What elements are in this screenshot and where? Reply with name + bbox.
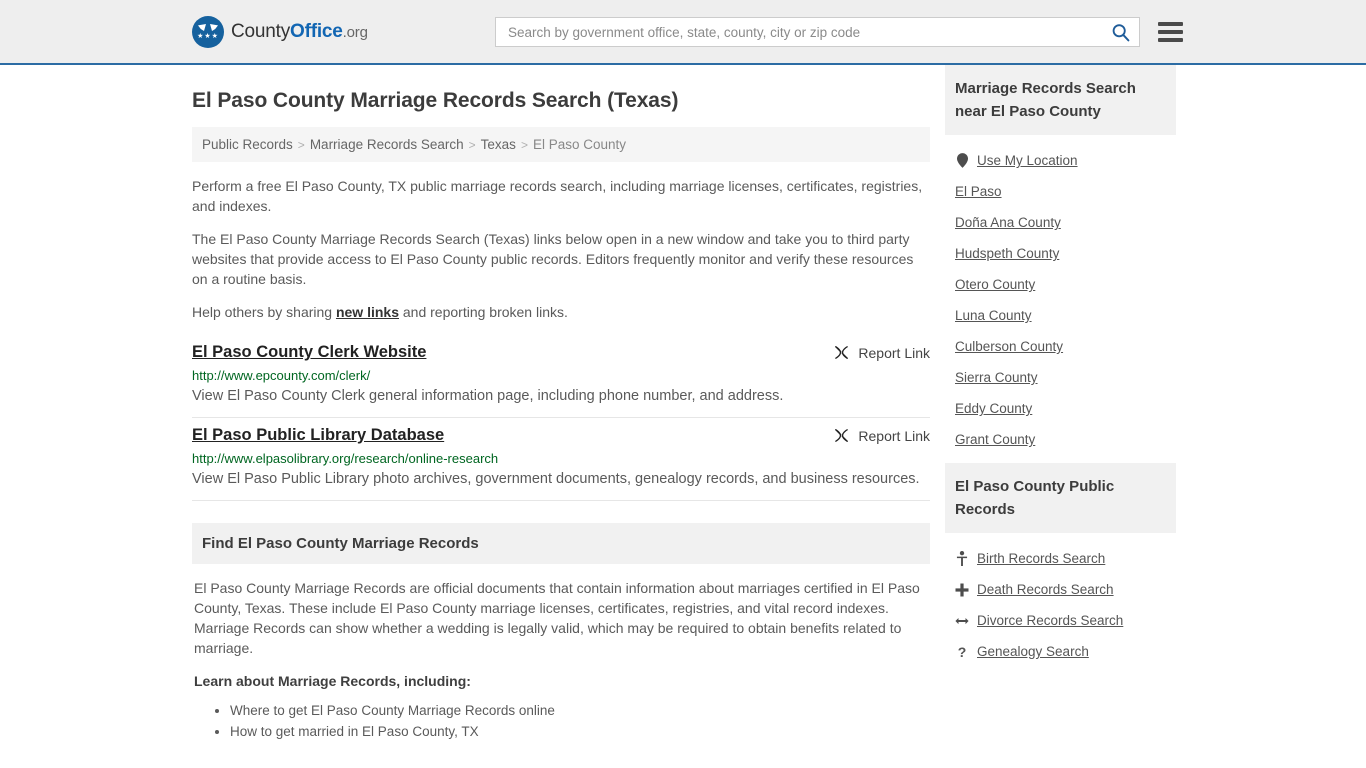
hamburger-bar [1158, 22, 1183, 26]
breadcrumb-item-public-records[interactable]: Public Records [202, 137, 293, 152]
sidebar-item-genealogy-search[interactable]: ? Genealogy Search [955, 636, 1166, 667]
sidebar-item-label[interactable]: Use My Location [977, 153, 1078, 168]
logo-text-part2: Office [290, 20, 343, 42]
report-link-label: Report Link [858, 344, 930, 361]
breadcrumb-separator: > [468, 137, 476, 152]
list-item: Where to get El Paso County Marriage Rec… [230, 700, 928, 721]
breadcrumb-item-el-paso-county: El Paso County [532, 137, 627, 152]
sidebar-item-sierra-county[interactable]: Sierra County [955, 362, 1166, 393]
sidebar-item-use-my-location[interactable]: Use My Location [955, 145, 1166, 176]
sidebar-panel-nearby: Marriage Records Search near El Paso Cou… [945, 65, 1176, 455]
sidebar-item-culberson-county[interactable]: Culberson County [955, 331, 1166, 362]
header-search-area [495, 17, 1183, 47]
search-input[interactable] [506, 23, 1108, 41]
search-box[interactable] [495, 17, 1140, 47]
question-mark-icon: ? [957, 643, 967, 660]
breadcrumb-item-texas[interactable]: Texas [481, 137, 516, 152]
sidebar-item-eddy-county[interactable]: Eddy County [955, 393, 1166, 424]
new-links-link[interactable]: new links [336, 304, 399, 320]
share-text-before: Help others by sharing [192, 304, 336, 320]
sidebar-item-hudspeth-county[interactable]: Hudspeth County [955, 238, 1166, 269]
report-link-label: Report Link [858, 427, 930, 444]
main-content: El Paso County Marriage Records Search (… [192, 65, 930, 742]
find-section-heading: Find El Paso County Marriage Records [192, 523, 930, 564]
hamburger-bar [1158, 38, 1183, 42]
sidebar-item-label[interactable]: Otero County [955, 277, 1035, 292]
site-header: ★★★ CountyOffice.org [0, 0, 1366, 65]
sidebar-item-label[interactable]: Death Records Search [977, 582, 1114, 597]
find-section-lead: Learn about Marriage Records, including: [194, 673, 471, 689]
list-item: How to get married in El Paso County, TX [230, 721, 928, 742]
broken-link-icon [835, 346, 849, 359]
sidebar-item-label[interactable]: Divorce Records Search [977, 613, 1123, 628]
search-button[interactable] [1108, 22, 1133, 43]
sidebar: Marriage Records Search near El Paso Cou… [945, 65, 1176, 742]
sidebar-item-label[interactable]: Grant County [955, 432, 1035, 447]
sidebar-item-dona-ana-county[interactable]: Doña Ana County [955, 207, 1166, 238]
report-link-button[interactable]: Report Link [833, 344, 930, 361]
broken-link-icon [835, 429, 849, 442]
logo-text-part1: County [231, 20, 291, 42]
share-text-after: and reporting broken links. [399, 304, 568, 320]
sidebar-item-label[interactable]: Hudspeth County [955, 246, 1059, 261]
logo-stars: ★★★ [197, 33, 219, 40]
result-item: El Paso County Clerk Website Report Link… [192, 335, 930, 418]
sidebar-item-label[interactable]: Luna County [955, 308, 1032, 323]
sidebar-panel-list: Use My Location El Paso Doña Ana County … [945, 135, 1176, 455]
cross-icon [955, 583, 969, 597]
intro-paragraph-1: Perform a free El Paso County, TX public… [192, 178, 923, 214]
page-title: El Paso County Marriage Records Search (… [192, 89, 679, 112]
hamburger-menu-icon[interactable] [1158, 22, 1183, 42]
sidebar-item-birth-records-search[interactable]: Birth Records Search [955, 543, 1166, 574]
sidebar-item-death-records-search[interactable]: Death Records Search [955, 574, 1166, 605]
report-link-button[interactable]: Report Link [833, 427, 930, 444]
result-description: View El Paso Public Library photo archiv… [192, 471, 920, 487]
map-pin-icon [955, 153, 969, 168]
sidebar-panel-heading: El Paso County Public Records [945, 463, 1176, 533]
sidebar-item-label[interactable]: Eddy County [955, 401, 1032, 416]
intro-paragraph-2: The El Paso County Marriage Records Sear… [192, 231, 914, 287]
breadcrumb-item-marriage-records-search[interactable]: Marriage Records Search [310, 137, 464, 152]
sidebar-panel-public-records: El Paso County Public Records Birth Reco… [945, 463, 1176, 667]
result-title-link[interactable]: El Paso County Clerk Website [192, 343, 426, 362]
sidebar-item-label[interactable]: Birth Records Search [977, 551, 1105, 566]
sidebar-item-label[interactable]: Sierra County [955, 370, 1038, 385]
page-body: El Paso County Marriage Records Search (… [0, 65, 1366, 742]
intro-paragraph-3: Help others by sharing new links and rep… [192, 302, 930, 322]
sidebar-item-divorce-records-search[interactable]: Divorce Records Search [955, 605, 1166, 636]
breadcrumb-separator: > [297, 137, 305, 152]
sidebar-item-el-paso[interactable]: El Paso [955, 176, 1166, 207]
result-url[interactable]: http://www.elpasolibrary.org/research/on… [192, 451, 930, 466]
search-icon [1112, 23, 1130, 41]
eagle-seal-logo-icon: ★★★ [192, 15, 224, 48]
sidebar-item-label[interactable]: El Paso [955, 184, 1002, 199]
sidebar-item-label[interactable]: Culberson County [955, 339, 1063, 354]
find-section-body: El Paso County Marriage Records are offi… [192, 564, 930, 742]
result-header: El Paso Public Library Database Report L… [192, 426, 930, 445]
intro-text: Perform a free El Paso County, TX public… [192, 176, 930, 322]
breadcrumb-separator: > [520, 137, 528, 152]
sidebar-item-label[interactable]: Genealogy Search [977, 644, 1089, 659]
find-section-bullet-list: Where to get El Paso County Marriage Rec… [194, 700, 928, 742]
breadcrumb: Public Records > Marriage Records Search… [192, 127, 930, 162]
logo-text: CountyOffice.org [231, 21, 368, 43]
result-title-link[interactable]: El Paso Public Library Database [192, 426, 444, 445]
logo-text-part3: .org [342, 23, 368, 41]
result-header: El Paso County Clerk Website Report Link [192, 343, 930, 362]
result-url[interactable]: http://www.epcounty.com/clerk/ [192, 368, 930, 383]
sidebar-panel-list: Birth Records Search Death Records Searc… [945, 533, 1176, 667]
baby-icon [955, 551, 969, 566]
hamburger-bar [1158, 30, 1183, 34]
sidebar-panel-heading: Marriage Records Search near El Paso Cou… [945, 65, 1176, 135]
find-section-paragraph: El Paso County Marriage Records are offi… [194, 580, 920, 656]
left-right-arrow-icon [955, 615, 969, 627]
sidebar-item-grant-county[interactable]: Grant County [955, 424, 1166, 455]
site-logo[interactable]: ★★★ CountyOffice.org [192, 15, 368, 48]
result-item: El Paso Public Library Database Report L… [192, 418, 930, 501]
sidebar-item-luna-county[interactable]: Luna County [955, 300, 1166, 331]
sidebar-item-label[interactable]: Doña Ana County [955, 215, 1061, 230]
result-description: View El Paso County Clerk general inform… [192, 388, 784, 404]
sidebar-item-otero-county[interactable]: Otero County [955, 269, 1166, 300]
